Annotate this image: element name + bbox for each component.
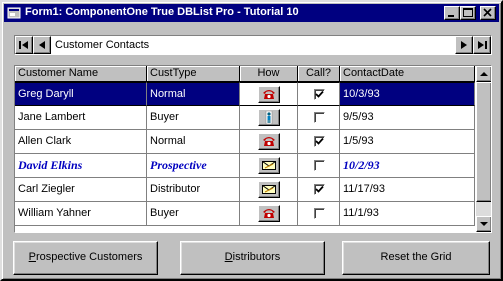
grid-header: Customer Name CustType How Call? Contact… <box>15 66 475 82</box>
navigator-caption: Customer Contacts <box>55 39 150 51</box>
scroll-up-icon <box>480 72 488 76</box>
cell-call[interactable] <box>298 82 340 106</box>
cell-call[interactable] <box>298 106 340 130</box>
how-button[interactable] <box>258 181 280 198</box>
app-icon[interactable] <box>7 6 21 20</box>
first-record-button[interactable] <box>15 36 33 54</box>
next-record-button[interactable] <box>455 36 473 54</box>
last-record-button[interactable] <box>473 36 491 54</box>
how-button[interactable] <box>258 109 280 126</box>
cell-custtype[interactable]: Buyer <box>147 106 240 130</box>
call-checkbox[interactable] <box>314 160 325 171</box>
call-checkbox[interactable] <box>314 208 325 219</box>
call-checkbox[interactable] <box>314 112 325 123</box>
call-checkbox[interactable] <box>314 184 325 195</box>
cell-customer-name[interactable]: Carl Ziegler <box>15 178 147 202</box>
table-row[interactable]: Jane Lambert Buyer 9/5/93 <box>15 106 475 130</box>
distributors-accel: D <box>224 251 233 263</box>
how-button[interactable] <box>258 133 280 150</box>
last-record-icon <box>478 41 487 49</box>
cell-how[interactable] <box>240 106 298 130</box>
record-navigator: Customer Contacts <box>14 35 492 55</box>
scroll-down-button[interactable] <box>476 216 491 232</box>
cell-custtype[interactable]: Prospective <box>147 154 240 178</box>
cell-contactdate[interactable]: 9/5/93 <box>340 106 475 130</box>
cell-contactdate[interactable]: 11/1/93 <box>340 202 475 226</box>
column-header-how[interactable]: How <box>240 66 298 82</box>
table-row[interactable]: Greg Daryll Normal 10/3/93 <box>15 82 475 106</box>
how-button[interactable] <box>258 205 280 222</box>
reset-grid-label: Reset the Grid <box>380 251 452 263</box>
window-title: Form1: ComponentOne True DBList Pro - Tu… <box>25 6 299 18</box>
cell-how[interactable] <box>240 82 298 106</box>
vertical-scrollbar[interactable] <box>476 66 491 232</box>
close-button[interactable] <box>480 6 496 20</box>
title-bar[interactable]: Form1: ComponentOne True DBList Pro - Tu… <box>4 4 499 22</box>
column-header-customer-name[interactable]: Customer Name <box>15 66 147 82</box>
cell-how[interactable] <box>240 178 298 202</box>
prospective-customers-button[interactable]: Prospective Customers <box>13 241 158 275</box>
cell-customer-name[interactable]: William Yahner <box>15 202 147 226</box>
reset-grid-button[interactable]: Reset the Grid <box>342 241 490 275</box>
table-row[interactable]: Carl Ziegler Distributor 11/17/93 <box>15 178 475 202</box>
cell-customer-name[interactable]: Greg Daryll <box>15 82 147 106</box>
cell-custtype[interactable]: Buyer <box>147 202 240 226</box>
distributors-label: istributors <box>232 251 281 263</box>
cell-custtype[interactable]: Distributor <box>147 178 240 202</box>
first-record-icon <box>19 41 28 49</box>
cell-contactdate[interactable]: 10/3/93 <box>340 82 475 106</box>
cell-call[interactable] <box>298 130 340 154</box>
call-checkbox[interactable] <box>314 89 325 100</box>
table-row[interactable]: David Elkins Prospective 10/2/93 <box>15 154 475 178</box>
prospective-accel: P <box>28 251 36 263</box>
scroll-up-button[interactable] <box>476 66 491 82</box>
cell-call[interactable] <box>298 178 340 202</box>
how-button[interactable] <box>258 86 280 103</box>
checkmark-icon <box>315 90 324 98</box>
distributors-button[interactable]: Distributors <box>180 241 325 275</box>
how-button[interactable] <box>258 157 280 174</box>
minimize-button[interactable] <box>444 6 460 20</box>
previous-record-icon <box>39 41 45 49</box>
close-icon <box>483 8 492 17</box>
customer-grid[interactable]: Customer Name CustType How Call? Contact… <box>14 65 492 233</box>
minimize-icon <box>448 15 454 17</box>
cell-contactdate[interactable]: 11/17/93 <box>340 178 475 202</box>
checkmark-icon <box>315 185 324 193</box>
cell-contactdate[interactable]: 1/5/93 <box>340 130 475 154</box>
cell-contactdate[interactable]: 10/2/93 <box>340 154 475 178</box>
call-checkbox[interactable] <box>314 136 325 147</box>
cell-customer-name[interactable]: David Elkins <box>15 154 147 178</box>
scroll-down-icon <box>480 222 488 226</box>
cell-customer-name[interactable]: Allen Clark <box>15 130 147 154</box>
column-header-call[interactable]: Call? <box>298 66 340 82</box>
column-header-custtype[interactable]: CustType <box>147 66 240 82</box>
cell-how[interactable] <box>240 130 298 154</box>
scroll-thumb[interactable] <box>476 82 491 202</box>
table-row[interactable]: William Yahner Buyer 11/1/93 <box>15 202 475 226</box>
cell-call[interactable] <box>298 154 340 178</box>
checkmark-icon <box>315 137 324 145</box>
column-header-contactdate[interactable]: ContactDate <box>340 66 475 82</box>
previous-record-button[interactable] <box>33 36 51 54</box>
cell-how[interactable] <box>240 202 298 226</box>
cell-how[interactable] <box>240 154 298 178</box>
cell-customer-name[interactable]: Jane Lambert <box>15 106 147 130</box>
next-record-icon <box>461 41 467 49</box>
main-window: Form1: ComponentOne True DBList Pro - Tu… <box>0 0 503 281</box>
maximize-button[interactable] <box>460 6 476 20</box>
cell-custtype[interactable]: Normal <box>147 82 240 106</box>
maximize-icon <box>463 8 473 17</box>
prospective-label: rospective Customers <box>35 251 143 263</box>
cell-call[interactable] <box>298 202 340 226</box>
cell-custtype[interactable]: Normal <box>147 130 240 154</box>
table-row[interactable]: Allen Clark Normal 1/5/93 <box>15 130 475 154</box>
